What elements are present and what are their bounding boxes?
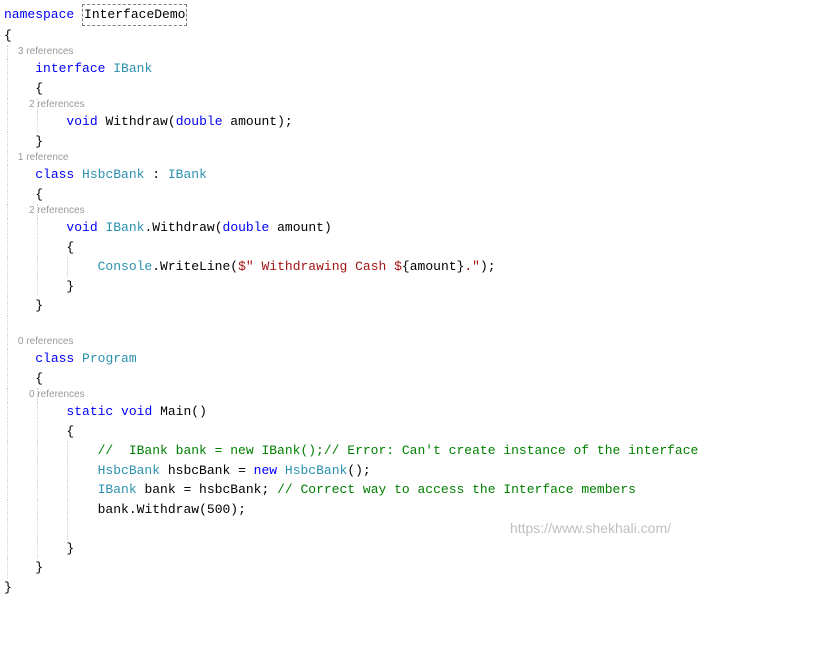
namespace-name[interactable]: InterfaceDemo — [82, 4, 187, 26]
codelens[interactable]: 0 references — [4, 335, 811, 349]
brace: } — [66, 541, 74, 556]
code-line: class HsbcBank : IBank — [4, 165, 811, 185]
code-line: } — [4, 277, 811, 297]
code-line: bank.Withdraw(500); — [4, 500, 811, 520]
blank-line — [4, 519, 811, 539]
keyword-void: void — [66, 220, 97, 235]
code-line: // IBank bank = new IBank();// Error: Ca… — [4, 441, 811, 461]
comment: // Correct way to access the Interface m… — [277, 482, 636, 497]
brace: { — [66, 424, 74, 439]
type-program[interactable]: Program — [82, 351, 137, 366]
brace: } — [35, 560, 43, 575]
code-line: IBank bank = hsbcBank; // Correct way to… — [4, 480, 811, 500]
method-withdraw: Withdraw — [137, 502, 199, 517]
brace: { — [35, 371, 43, 386]
brace: } — [4, 580, 12, 595]
type-ibank[interactable]: IBank — [168, 167, 207, 182]
code-line: { — [4, 26, 811, 46]
keyword-namespace: namespace — [4, 7, 74, 22]
code-line: { — [4, 79, 811, 99]
code-line: { — [4, 369, 811, 389]
keyword-new: new — [254, 463, 277, 478]
keyword-class: class — [35, 351, 74, 366]
keyword-class: class — [35, 167, 74, 182]
code-line: namespace InterfaceDemo — [4, 4, 811, 26]
code-line: { — [4, 238, 811, 258]
string: $" — [238, 259, 254, 274]
code-line: void Withdraw(double amount); — [4, 112, 811, 132]
method-writeline: WriteLine — [160, 259, 230, 274]
code-line: HsbcBank hsbcBank = new HsbcBank(); — [4, 461, 811, 481]
type-ibank[interactable]: IBank — [98, 482, 137, 497]
code-line: void IBank.Withdraw(double amount) — [4, 218, 811, 238]
codelens[interactable]: 2 references — [4, 98, 811, 112]
brace: } — [66, 279, 74, 294]
brace: } — [35, 298, 43, 313]
brace: } — [35, 134, 43, 149]
brace: { — [4, 28, 12, 43]
code-line: } — [4, 539, 811, 559]
code-line: } — [4, 578, 811, 598]
method-main: Main — [160, 404, 191, 419]
brace: { — [35, 81, 43, 96]
type-hsbcbank[interactable]: HsbcBank — [82, 167, 144, 182]
type-hsbcbank[interactable]: HsbcBank — [285, 463, 347, 478]
blank-line — [4, 316, 811, 336]
code-line: { — [4, 422, 811, 442]
type-ibank[interactable]: IBank — [105, 220, 144, 235]
keyword-void: void — [121, 404, 152, 419]
code-line: static void Main() — [4, 402, 811, 422]
code-line: interface IBank — [4, 59, 811, 79]
method-withdraw: Withdraw — [105, 114, 167, 129]
type-ibank[interactable]: IBank — [113, 61, 152, 76]
keyword-double: double — [176, 114, 223, 129]
code-line: { — [4, 185, 811, 205]
keyword-void: void — [66, 114, 97, 129]
keyword-interface: interface — [35, 61, 105, 76]
method-withdraw: Withdraw — [152, 220, 214, 235]
codelens[interactable]: 2 references — [4, 204, 811, 218]
code-line: class Program — [4, 349, 811, 369]
codelens[interactable]: 1 reference — [4, 151, 811, 165]
keyword-double: double — [223, 220, 270, 235]
code-line: } — [4, 132, 811, 152]
brace: { — [66, 240, 74, 255]
code-line: } — [4, 296, 811, 316]
type-hsbcbank[interactable]: HsbcBank — [98, 463, 160, 478]
codelens[interactable]: 3 references — [4, 45, 811, 59]
code-editor: namespace InterfaceDemo { 3 references i… — [4, 4, 811, 597]
comment: // IBank bank = new IBank();// Error: Ca… — [98, 443, 699, 458]
brace: { — [35, 187, 43, 202]
type-console[interactable]: Console — [98, 259, 153, 274]
code-line: } — [4, 558, 811, 578]
code-line: Console.WriteLine($" Withdrawing Cash ${… — [4, 257, 811, 277]
keyword-static: static — [66, 404, 113, 419]
codelens[interactable]: 0 references — [4, 388, 811, 402]
